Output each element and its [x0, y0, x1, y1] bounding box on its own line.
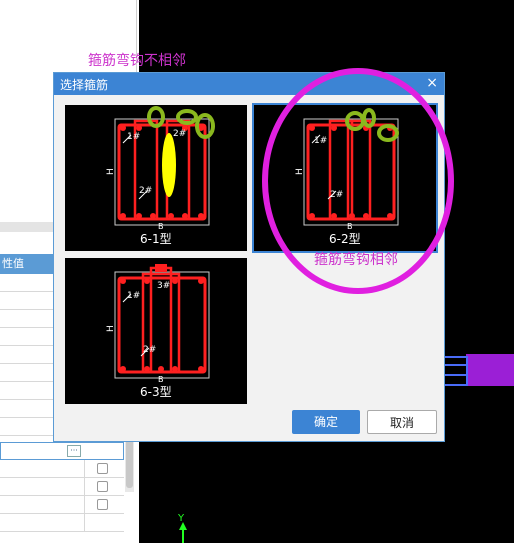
bar-2-label: 2# [143, 345, 156, 355]
bar-1-label: 1# [127, 291, 140, 301]
cad-line [444, 374, 466, 376]
option-label: 6-3型 [140, 385, 172, 399]
cad-element-purple [466, 354, 514, 386]
h-dimension-label: H [106, 325, 116, 332]
cancel-button[interactable]: 取消 [367, 410, 437, 434]
b-dimension-label: B [158, 222, 164, 231]
bar-2-label: 2# [139, 186, 152, 196]
checkbox[interactable] [97, 499, 108, 510]
b-dimension-label: B [347, 222, 353, 231]
checkbox[interactable] [97, 481, 108, 492]
option-label: 6-1型 [140, 232, 172, 246]
table-row[interactable] [0, 478, 124, 496]
annotation-not-adjacent: 箍筋弯钩不相邻 [88, 53, 186, 69]
bar-1-label: 1# [314, 136, 327, 146]
dialog-title: 选择箍筋 [60, 78, 109, 92]
bar-3-label: 3# [157, 281, 170, 291]
dialog-title-bar: 选择箍筋 × [54, 73, 444, 95]
ok-button[interactable]: 确定 [292, 410, 360, 434]
annotation-adjacent: 箍筋弯钩相邻 [314, 252, 398, 268]
stirrup-option-6-1[interactable]: H B 1# 2# 2# 6-1型 [65, 105, 247, 251]
cad-line [444, 364, 466, 366]
option-label: 6-2型 [329, 232, 361, 246]
bar-2-label: 2# [330, 190, 343, 200]
stirrup-option-6-2[interactable]: H B 1# 2# 6-2型 [252, 103, 438, 253]
table-row[interactable] [0, 514, 124, 532]
table-row[interactable] [0, 460, 124, 478]
checkbox[interactable] [97, 463, 108, 474]
bar-1-label: 1# [127, 132, 140, 142]
ellipsis-button[interactable]: ··· [67, 445, 81, 457]
h-dimension-label: H [106, 168, 116, 175]
table-row-selected[interactable]: ··· [0, 442, 124, 460]
bar-2-label: 2# [173, 129, 186, 139]
close-icon[interactable]: × [426, 75, 438, 91]
stirrup-option-6-3[interactable]: H B 1# 3# 2# 6-3型 [65, 258, 247, 404]
axis-y-label: Y [178, 513, 185, 524]
b-dimension-label: B [158, 375, 164, 384]
h-dimension-label: H [295, 168, 305, 175]
table-row[interactable] [0, 496, 124, 514]
